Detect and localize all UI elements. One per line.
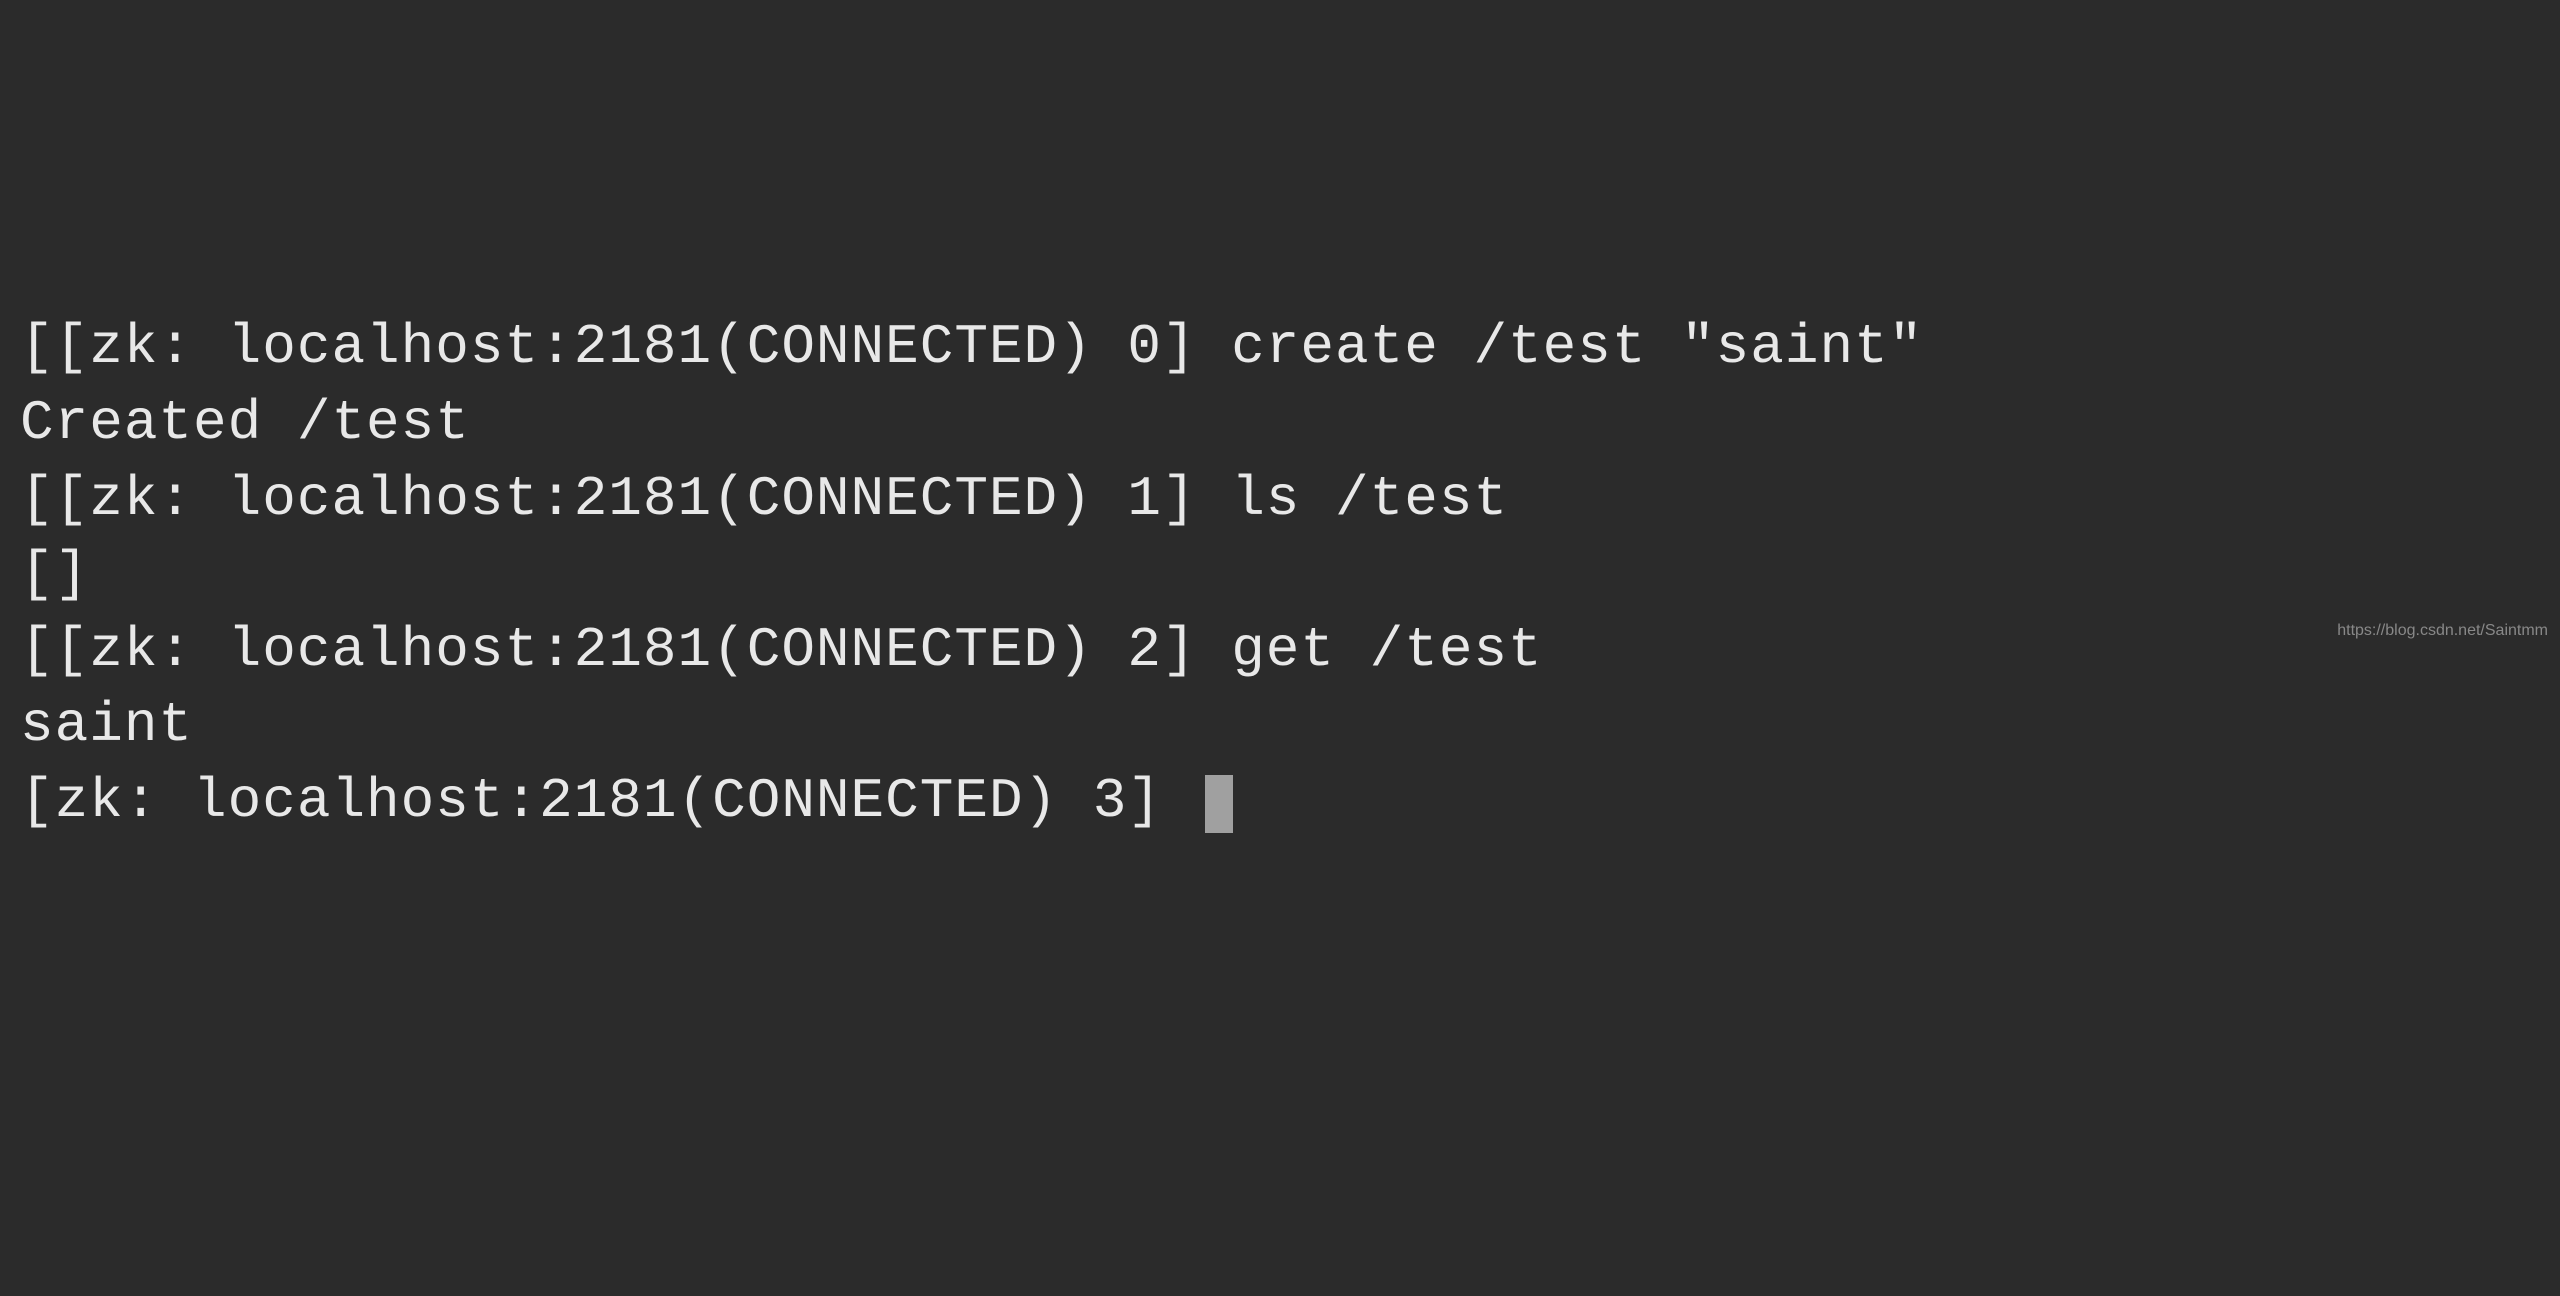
prompt: [[zk: localhost:2181(CONNECTED) 0] [20,315,1231,379]
command: get /test [1231,618,1542,682]
terminal-line: [[zk: localhost:2181(CONNECTED) 0] creat… [20,310,2540,386]
terminal-line: saint [20,688,2540,764]
prompt: [[zk: localhost:2181(CONNECTED) 1] [20,467,1231,531]
prompt: [zk: localhost:2181(CONNECTED) 3] [20,769,1197,833]
command: create /test "saint" [1231,315,1923,379]
terminal-line: [zk: localhost:2181(CONNECTED) 3] [20,764,2540,840]
terminal-line: [[zk: localhost:2181(CONNECTED) 2] get /… [20,613,2540,689]
output: saint [20,693,193,757]
cursor-icon [1205,775,1233,833]
terminal-line: Created /test [20,386,2540,462]
command: ls /test [1231,467,1508,531]
terminal-line: [[zk: localhost:2181(CONNECTED) 1] ls /t… [20,462,2540,538]
prompt: [[zk: localhost:2181(CONNECTED) 2] [20,618,1231,682]
watermark: https://blog.csdn.net/Saintmm [2337,620,2548,642]
output: [] [20,542,89,606]
terminal-line: [] [20,537,2540,613]
output: Created /test [20,391,470,455]
terminal-output[interactable]: [[zk: localhost:2181(CONNECTED) 0] creat… [20,310,2540,839]
